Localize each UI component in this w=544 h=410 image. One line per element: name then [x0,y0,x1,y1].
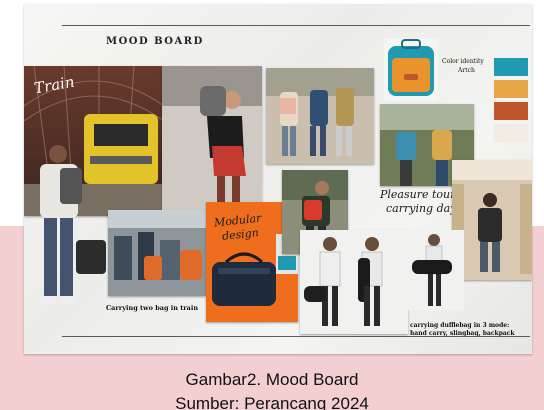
figure-caption: Gambar2. Mood Board [185,370,359,389]
shopper-photo [452,160,532,280]
walkers-illustration [266,68,374,164]
duffle-sling-illustration [412,234,452,306]
carrying-two-bags-label: Carrying two bag in train [106,304,199,312]
duffle-carry-photo [300,230,408,334]
backpack-product-illustration [388,39,434,96]
train-interior-illustration [108,210,206,296]
backpack-product-photo [384,38,438,100]
bottom-rule [62,336,530,337]
traveller-photo [24,144,108,324]
page: MOOD BOARD Train Modular design Color id… [0,0,544,410]
duffle-carry-illustration [300,230,408,334]
shopper-illustration [452,160,532,280]
mood-board: MOOD BOARD Train Modular design Color id… [24,4,532,354]
color-swatch-rust [494,102,528,120]
figure-source: Sumber: Perancang 2024 [175,394,369,410]
color-swatch-teal [494,58,528,76]
duffle-sling-photo [408,230,464,310]
color-swatch-amber [494,80,528,98]
walkers-photo [266,68,374,164]
top-rule [62,25,530,26]
board-title: MOOD BOARD [106,36,204,47]
color-identity-label-line1: Color identity [442,58,484,65]
woman-backpack-illustration [162,66,262,216]
train-interior-photo [108,210,206,296]
duffle-modes-line1: carrying dufflebag in 3 mode: [410,322,510,329]
color-swatch-cream [494,124,528,142]
woman-backpack-photo [162,66,262,216]
color-identity-label-line2: Artch [458,67,475,74]
traveller-illustration [40,145,106,304]
